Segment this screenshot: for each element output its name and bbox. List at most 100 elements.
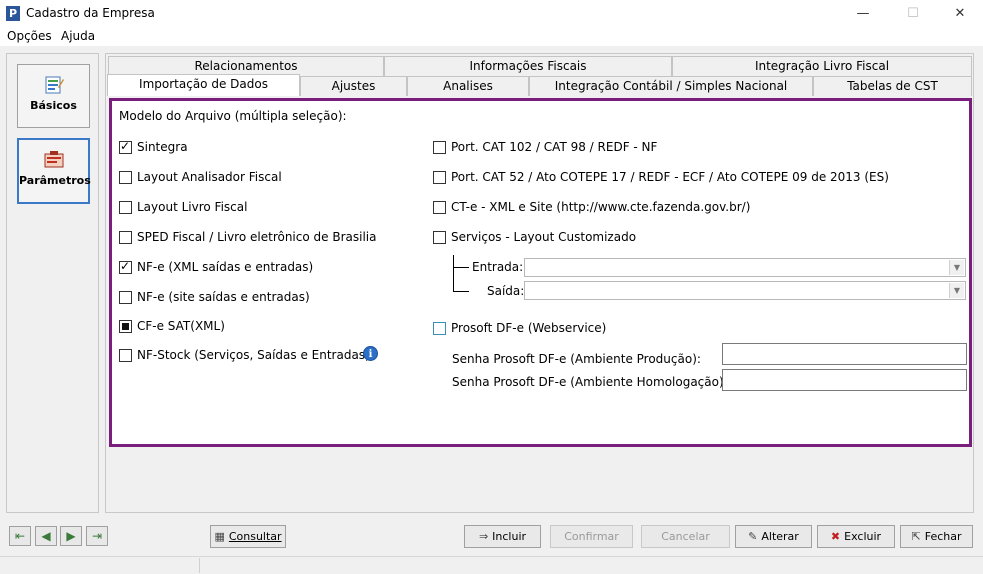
checkbox-label: Port. CAT 102 / CAT 98 / REDF - NF	[451, 140, 658, 154]
saida-select[interactable]: ▼	[524, 281, 966, 300]
excluir-button[interactable]: ✖ Excluir	[817, 525, 895, 548]
fechar-button[interactable]: ⇱ Fechar	[900, 525, 973, 548]
checkbox-prosoft-dfe[interactable]: Prosoft DF-e (Webservice)	[433, 321, 606, 335]
first-record-button[interactable]: ⇤	[9, 526, 31, 546]
button-label: Fechar	[924, 530, 962, 543]
tab-tabelas-de-cst[interactable]: Tabelas de CST	[813, 76, 972, 96]
tab-ajustes[interactable]: Ajustes	[300, 76, 407, 96]
menu-opcoes[interactable]: Opções	[7, 29, 52, 43]
button-label: Incluir	[492, 530, 527, 543]
checkbox-label: Layout Livro Fiscal	[137, 200, 248, 214]
tab-integracao-livro-fiscal[interactable]: Integração Livro Fiscal	[672, 56, 972, 76]
left-arrow-icon: ◀	[41, 529, 51, 543]
parameters-icon	[44, 151, 63, 168]
tab-relacionamentos[interactable]: Relacionamentos	[108, 56, 384, 76]
checkbox-layout-livro-fiscal[interactable]: Layout Livro Fiscal	[119, 200, 247, 214]
edit-icon: ✎	[748, 530, 758, 543]
checkbox-label: Port. CAT 52 / Ato COTEPE 17 / REDF - EC…	[451, 170, 889, 184]
checkbox-port-cat-52[interactable]: Port. CAT 52 / Ato COTEPE 17 / REDF - EC…	[433, 170, 889, 184]
senha-homologacao-field[interactable]	[722, 369, 967, 391]
confirmar-button[interactable]: Confirmar	[550, 525, 633, 548]
next-record-button[interactable]: ▶	[60, 526, 82, 546]
status-divider	[199, 558, 200, 573]
chevron-down-icon[interactable]: ▼	[949, 260, 964, 275]
document-icon	[45, 76, 64, 94]
consultar-button[interactable]: ▦ Consultar	[210, 525, 286, 548]
checkbox-label: NF-Stock (Serviços, Saídas e Entradas)	[137, 348, 370, 362]
senha-homologacao-label: Senha Prosoft DF-e (Ambiente Homologação…	[452, 375, 728, 389]
checkbox-box[interactable]	[433, 140, 446, 154]
previous-record-button[interactable]: ◀	[35, 526, 57, 546]
tree-connector	[453, 255, 454, 291]
tree-connector	[453, 267, 469, 268]
tab-analises[interactable]: Analises	[407, 76, 529, 96]
checkbox-sintegra[interactable]: Sintegra	[119, 139, 188, 154]
checkbox-label: CF-e SAT(XML)	[137, 319, 225, 333]
checkbox-box[interactable]	[119, 259, 132, 274]
button-label: Alterar	[761, 530, 799, 543]
insert-icon: ⇒	[478, 530, 489, 543]
checkbox-label: CT-e - XML e Site (http://www.cte.fazend…	[451, 200, 751, 214]
checkbox-label: Prosoft DF-e (Webservice)	[451, 321, 607, 335]
checkbox-box[interactable]	[119, 230, 132, 244]
tab-integracao-contabil[interactable]: Integração Contábil / Simples Nacional	[529, 76, 813, 96]
checkbox-label: Sintegra	[137, 140, 188, 154]
checkbox-servicos-layout[interactable]: Serviços - Layout Customizado	[433, 230, 636, 244]
checkbox-box[interactable]	[433, 200, 446, 214]
side-panel: Básicos Parâmetros	[6, 53, 99, 513]
checkbox-cte-xml[interactable]: CT-e - XML e Site (http://www.cte.fazend…	[433, 200, 750, 214]
checkbox-box[interactable]	[433, 230, 446, 244]
checkbox-box[interactable]	[119, 290, 132, 304]
entrada-label: Entrada:	[472, 260, 524, 274]
chevron-down-icon[interactable]: ▼	[949, 283, 964, 298]
maximize-button[interactable]: ☐	[890, 0, 936, 28]
button-label: Cancelar	[661, 530, 710, 543]
first-arrow-icon: ⇤	[14, 529, 26, 543]
sidebar-item-parametros[interactable]: Parâmetros	[17, 138, 91, 204]
checkbox-layout-analisador-fiscal[interactable]: Layout Analisador Fiscal	[119, 170, 282, 184]
alterar-button[interactable]: ✎ Alterar	[735, 525, 812, 548]
checkbox-label: Serviços - Layout Customizado	[451, 230, 637, 244]
exit-icon: ⇱	[911, 530, 921, 543]
checkbox-nfe-site[interactable]: NF-e (site saídas e entradas)	[119, 290, 310, 304]
incluir-button[interactable]: ⇒ Incluir	[464, 525, 541, 548]
button-label: Confirmar	[564, 530, 619, 543]
last-arrow-icon: ⇥	[91, 529, 103, 543]
checkbox-box[interactable]	[119, 348, 132, 362]
tab-informacoes-fiscais[interactable]: Informações Fiscais	[384, 56, 672, 76]
checkbox-label: Layout Analisador Fiscal	[137, 170, 282, 184]
checkbox-box[interactable]	[119, 319, 132, 333]
table-icon: ▦	[214, 530, 225, 543]
minimize-button[interactable]: —	[840, 0, 886, 28]
checkbox-nf-stock[interactable]: NF-Stock (Serviços, Saídas e Entradas)	[119, 348, 370, 362]
tab-importacao-de-dados[interactable]: Importação de Dados	[107, 74, 300, 96]
sidebar-item-label: Básicos	[30, 99, 77, 112]
checkbox-box[interactable]	[433, 170, 446, 184]
senha-producao-label: Senha Prosoft DF-e (Ambiente Produção):	[452, 352, 701, 366]
last-record-button[interactable]: ⇥	[86, 526, 108, 546]
saida-label: Saída:	[487, 284, 525, 298]
right-arrow-icon: ▶	[66, 529, 76, 543]
model-label: Modelo do Arquivo (múltipla seleção):	[119, 109, 347, 123]
checkbox-box[interactable]	[119, 170, 132, 184]
checkbox-cfe-sat[interactable]: CF-e SAT(XML)	[119, 319, 225, 333]
checkbox-box[interactable]	[119, 200, 132, 214]
window-title: Cadastro da Empresa	[26, 6, 155, 20]
menu-ajuda[interactable]: Ajuda	[61, 29, 95, 43]
close-button[interactable]: ✕	[937, 0, 983, 28]
checkbox-box[interactable]	[433, 321, 446, 335]
senha-producao-field[interactable]	[722, 343, 967, 365]
checkbox-sped-fiscal[interactable]: SPED Fiscal / Livro eletrônico de Brasil…	[119, 230, 376, 244]
cancelar-button[interactable]: Cancelar	[641, 525, 730, 548]
entrada-select[interactable]: ▼	[524, 258, 966, 277]
checkbox-box[interactable]	[119, 139, 132, 154]
sidebar-item-basicos[interactable]: Básicos	[17, 64, 90, 128]
delete-icon: ✖	[830, 530, 841, 543]
checkbox-nfe-xml[interactable]: NF-e (XML saídas e entradas)	[119, 259, 313, 274]
status-bar	[0, 556, 983, 574]
button-label: Consultar	[228, 530, 282, 543]
info-icon[interactable]: i	[363, 346, 378, 361]
checkbox-port-cat-102[interactable]: Port. CAT 102 / CAT 98 / REDF - NF	[433, 140, 657, 154]
sidebar-item-label: Parâmetros	[19, 174, 91, 187]
checkbox-label: SPED Fiscal / Livro eletrônico de Brasil…	[137, 230, 377, 244]
